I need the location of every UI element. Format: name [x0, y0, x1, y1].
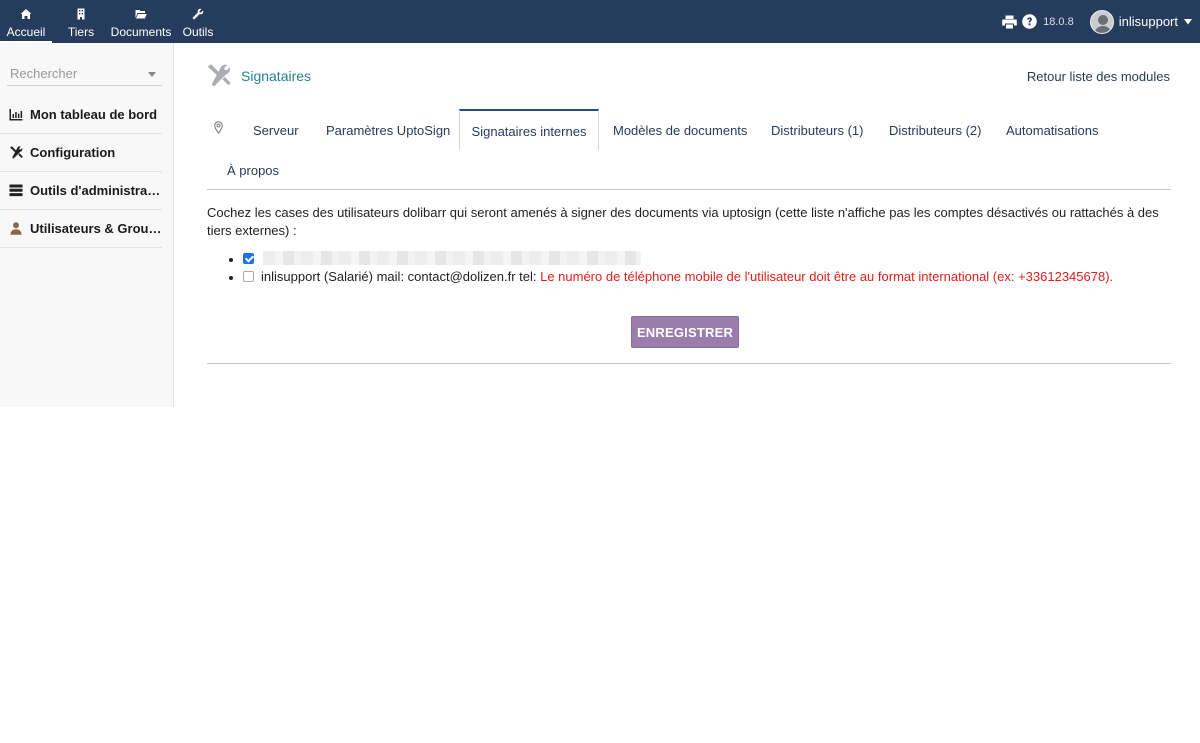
avatar[interactable] — [1089, 9, 1114, 34]
top-menu-documents[interactable]: Documents — [110, 0, 172, 43]
sidebar-item-dashboard[interactable]: Mon tableau de bord — [0, 96, 162, 134]
search-box[interactable] — [7, 62, 162, 86]
user-info: inlisupport (Salarié) mail: contact@doli… — [261, 269, 1113, 284]
home-icon — [20, 9, 32, 19]
search-input[interactable] — [7, 62, 147, 81]
printer-icon[interactable] — [1002, 15, 1017, 29]
dropdown-arrow-icon[interactable] — [148, 72, 156, 77]
top-right-tools: 18.0.8 inlisupport — [1002, 0, 1192, 43]
phone-error-message: Le numéro de téléphone mobile de l'utili… — [540, 269, 1114, 284]
tools-icon — [10, 146, 23, 159]
tab-distributeurs-1[interactable]: Distributeurs (1) — [771, 123, 863, 138]
tools-icon — [207, 64, 231, 87]
sidebar-item-users-groups[interactable]: Utilisateurs & Groupes — [0, 210, 162, 248]
intro-text: Cochez les cases des utilisateurs doliba… — [207, 205, 1159, 238]
user-checkbox[interactable] — [243, 253, 254, 264]
top-navigation-bar: Accueil Tiers Documents Outils 18.0.8 in… — [0, 0, 1200, 43]
pin-icon — [214, 121, 223, 134]
tab-modeles-documents[interactable]: Modèles de documents — [613, 123, 747, 138]
top-menu-accueil[interactable]: Accueil — [0, 0, 52, 43]
user-checkbox[interactable] — [243, 271, 254, 282]
user-icon — [10, 222, 22, 235]
username-label[interactable]: inlisupport — [1119, 14, 1178, 29]
folder-open-icon — [135, 10, 147, 19]
tab-automatisations[interactable]: Automatisations — [1006, 123, 1099, 138]
bullet — [229, 276, 233, 280]
top-menu-label: Outils — [182, 25, 214, 39]
sidebar: Mon tableau de bord Configuration Outils… — [0, 43, 174, 407]
chart-icon — [9, 109, 23, 121]
tab-signataires-internes[interactable]: Signataires internes — [459, 109, 599, 150]
bullet — [229, 258, 233, 262]
building-icon — [77, 8, 85, 20]
top-menu-label: Documents — [110, 25, 172, 39]
version-label: 18.0.8 — [1043, 15, 1074, 28]
sidebar-item-configuration[interactable]: Configuration — [0, 134, 162, 172]
save-button[interactable]: ENREGISTRER — [631, 316, 739, 348]
divider — [207, 363, 1171, 364]
server-icon — [9, 184, 23, 197]
top-menu-tiers[interactable]: Tiers — [52, 0, 110, 43]
tab-serveur[interactable]: Serveur — [253, 123, 299, 138]
tab-distributeurs-2[interactable]: Distributeurs (2) — [889, 123, 981, 138]
back-to-modules-link[interactable]: Retour liste des modules — [1027, 69, 1170, 84]
top-menu-label: Tiers — [67, 25, 95, 39]
redacted-user-info — [263, 251, 641, 265]
sidebar-item-label: Mon tableau de bord — [30, 107, 158, 122]
sidebar-item-label: Outils d'administration — [30, 183, 162, 198]
tab-parametres-uptosign[interactable]: Paramètres UptoSign — [326, 123, 450, 138]
user-details: inlisupport (Salarié) mail: contact@doli… — [261, 269, 541, 284]
tab-a-propos[interactable]: À propos — [227, 163, 279, 178]
top-menu-label: Accueil — [6, 25, 46, 39]
tab-bar: Serveur Paramètres UptoSign Signataires … — [207, 109, 1171, 190]
chevron-down-icon[interactable] — [1184, 18, 1192, 25]
sidebar-item-label: Utilisateurs & Groupes — [30, 221, 162, 236]
sidebar-item-admin-tools[interactable]: Outils d'administration — [0, 172, 162, 210]
sidebar-item-label: Configuration — [30, 145, 116, 160]
top-menu: Accueil Tiers Documents Outils — [0, 0, 224, 43]
page-title: Signataires — [241, 68, 312, 84]
wrench-icon — [192, 8, 204, 20]
top-menu-outils[interactable]: Outils — [172, 0, 224, 43]
help-icon[interactable] — [1022, 14, 1037, 29]
